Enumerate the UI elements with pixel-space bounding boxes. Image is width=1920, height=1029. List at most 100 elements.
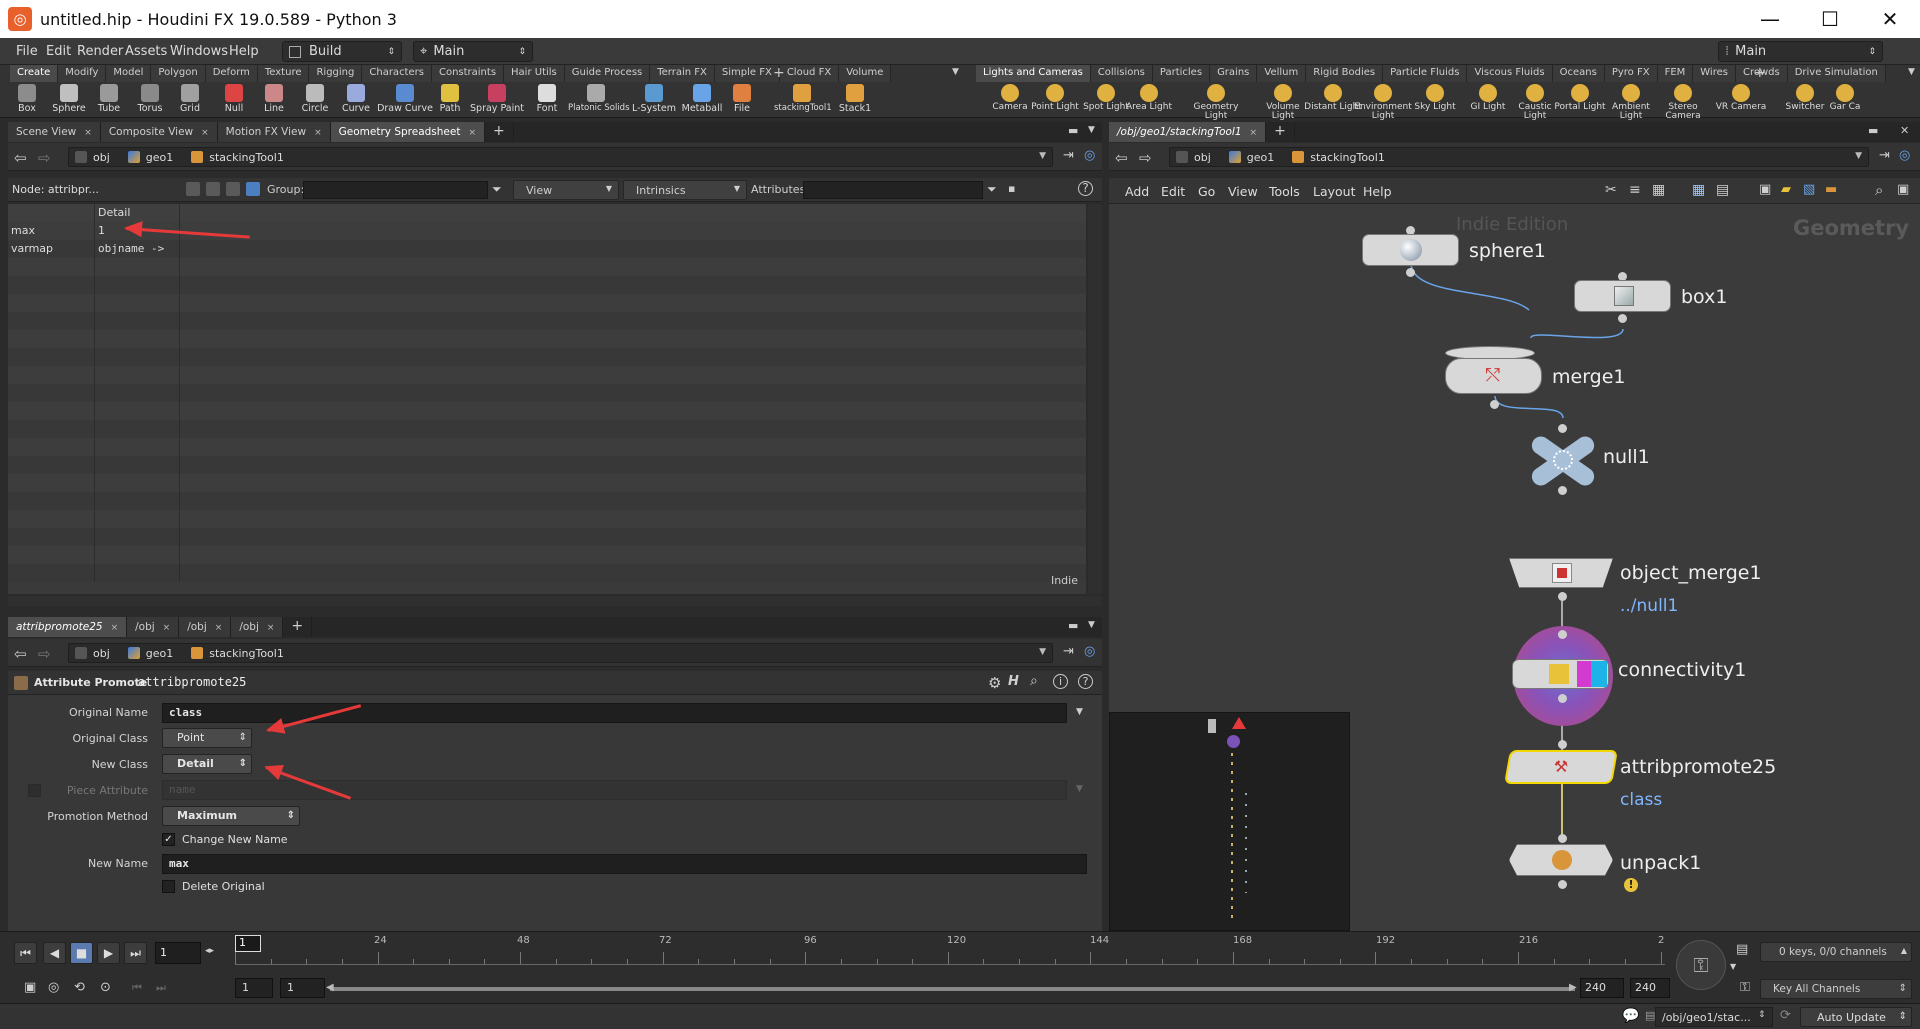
node-output-connector[interactable] xyxy=(1558,880,1567,889)
node-output-connector[interactable] xyxy=(1618,314,1627,323)
group-input[interactable] xyxy=(303,181,488,199)
close-icon[interactable]: × xyxy=(111,623,119,633)
close-icon[interactable]: × xyxy=(267,623,275,633)
close-icon[interactable]: × xyxy=(314,128,322,138)
realtime-icon[interactable]: ◎ xyxy=(48,980,59,995)
prev-key-icon[interactable]: ⏮ xyxy=(132,981,142,995)
audio-icon[interactable]: ▣ xyxy=(24,980,36,995)
shelf-tool-point-light[interactable]: Point Light xyxy=(1026,84,1084,118)
shelf-tab-create[interactable]: Create xyxy=(10,65,59,82)
auto-update-menu[interactable]: Auto Update ⇕ xyxy=(1800,1007,1912,1027)
node-name-field[interactable]: attribpromote25 xyxy=(138,675,246,689)
shelf-tool-platonic-solids[interactable]: Platonic Solids xyxy=(568,84,630,118)
delete-original-checkbox[interactable] xyxy=(162,880,175,893)
shelf-tool-area-light[interactable]: Area Light xyxy=(1120,84,1178,118)
network-overview-minimap[interactable] xyxy=(1109,712,1350,931)
step-arrows-icon[interactable]: ◂▸ xyxy=(205,946,214,956)
close-icon[interactable]: × xyxy=(163,623,171,633)
shelf-tab-fem[interactable]: FEM xyxy=(1657,65,1694,82)
tab-composite-view[interactable]: Composite View × xyxy=(100,122,218,142)
shelf-tab-grains[interactable]: Grains xyxy=(1210,65,1258,82)
range-start2-field[interactable]: 1 xyxy=(280,978,325,998)
node-null1[interactable] xyxy=(1527,432,1599,490)
node-output-connector[interactable] xyxy=(1558,592,1567,601)
crumb-obj[interactable]: obj xyxy=(1176,151,1211,164)
shelf-tab-vellum[interactable]: Vellum xyxy=(1257,65,1307,82)
shelf-tab-modify[interactable]: Modify xyxy=(58,65,107,82)
shelf-tool-stack1[interactable]: Stack1 xyxy=(827,84,883,118)
chevron-down-icon[interactable]: ▼ xyxy=(1039,647,1046,657)
chevron-down-icon[interactable]: ▼ xyxy=(1076,784,1083,794)
chevron-down-icon[interactable]: ▼ xyxy=(1088,125,1095,135)
promotion-method-menu[interactable]: Maximum ⇕ xyxy=(162,806,300,826)
range-end2-field[interactable]: 240 xyxy=(1630,978,1670,998)
node-input-connector[interactable] xyxy=(1558,424,1567,433)
crumb-geo1[interactable]: geo1 xyxy=(1228,151,1274,164)
add-tab-icon[interactable]: + xyxy=(1754,65,1766,81)
pin-icon[interactable]: ⇥ xyxy=(1063,148,1074,163)
points-icon[interactable] xyxy=(186,182,200,196)
tab-obj-3[interactable]: /obj × xyxy=(231,617,284,637)
clock-icon[interactable]: ⊙ xyxy=(100,980,111,995)
range-start-field[interactable]: 1 xyxy=(235,978,273,998)
shelf-tool-stereo-camera[interactable]: Stereo Camera xyxy=(1654,84,1712,121)
shelf-tab-guide-process[interactable]: Guide Process xyxy=(564,65,651,82)
shelf-tool-file[interactable]: File xyxy=(714,84,770,118)
pin-icon[interactable]: ⇥ xyxy=(1063,644,1074,659)
shelf-tab-deform[interactable]: Deform xyxy=(205,65,258,82)
chevron-down-icon[interactable]: ▼ xyxy=(1039,151,1046,161)
forward-arrow-icon[interactable]: ⇨ xyxy=(1139,149,1152,167)
node-merge1[interactable]: ⤲ xyxy=(1445,358,1542,394)
crumb-geo1[interactable]: geo1 xyxy=(127,151,173,164)
shelf-tool-font[interactable]: Font xyxy=(519,84,575,118)
add-tab-icon[interactable]: + xyxy=(1266,122,1295,142)
node-attribpromote25[interactable]: ⚒ xyxy=(1504,750,1618,784)
shelf-tab-particles[interactable]: Particles xyxy=(1152,65,1211,82)
shelf-tab-particle-fluids[interactable]: Particle Fluids xyxy=(1383,65,1468,82)
shelf-tool-spray-paint[interactable]: Spray Paint xyxy=(469,84,525,118)
node-input-connector[interactable] xyxy=(1558,630,1567,639)
horizontal-scrollbar[interactable] xyxy=(8,596,1102,606)
crumb-stackingtool1[interactable]: stackingTool1 xyxy=(191,151,284,164)
shelf-tab-texture[interactable]: Texture xyxy=(257,65,310,82)
primitives-icon[interactable] xyxy=(226,182,240,196)
change-new-name-checkbox[interactable]: ✓ xyxy=(162,833,175,846)
shelf-tab-lights-and-cameras[interactable]: Lights and Cameras xyxy=(976,65,1091,82)
add-tab-icon[interactable]: + xyxy=(773,65,785,81)
tab-obj-1[interactable]: /obj × xyxy=(127,617,180,637)
new-name-field[interactable]: max xyxy=(162,854,1087,874)
detail-icon[interactable] xyxy=(246,182,260,196)
shelf-tab-viscous-fluids[interactable]: Viscous Fluids xyxy=(1467,65,1553,82)
menu-assets[interactable]: Assets xyxy=(125,44,167,59)
jump-start-icon[interactable]: ⏮ xyxy=(14,942,37,964)
current-frame-field[interactable]: 1 xyxy=(155,942,201,964)
close-icon[interactable]: × xyxy=(84,128,92,138)
menu-help[interactable]: Help xyxy=(229,44,259,59)
key-all-channels-menu[interactable]: Key All Channels ⇕ xyxy=(1760,979,1912,999)
shelf-tab-rigging[interactable]: Rigging xyxy=(309,65,363,82)
node-output-connector[interactable] xyxy=(1406,268,1415,277)
forward-arrow-icon[interactable]: ⇨ xyxy=(38,645,51,663)
node-unpack1[interactable] xyxy=(1509,844,1613,876)
crumb-obj[interactable]: obj xyxy=(75,151,110,164)
timeline-ruler[interactable]: 1 24 48 72 96 120 144 168 192 216 2 xyxy=(235,935,1665,965)
shelf-tab-drive-simulation[interactable]: Drive Simulation xyxy=(1787,65,1886,82)
chevron-down-icon[interactable]: ▼ xyxy=(952,67,959,77)
new-class-menu[interactable]: Detail ⇕ xyxy=(162,754,252,774)
pane-layout-icon[interactable]: ▬ xyxy=(1868,124,1878,137)
shelf-tool-geometry-light[interactable]: Geometry Light xyxy=(1187,84,1245,121)
close-icon[interactable]: × xyxy=(201,128,209,138)
crumb-stackingtool1[interactable]: stackingTool1 xyxy=(1292,151,1385,164)
close-icon[interactable]: × xyxy=(215,623,223,633)
shelf-tool-environment-light[interactable]: Environment Light xyxy=(1354,84,1412,121)
updown-icon[interactable]: ⇕ xyxy=(1758,1010,1766,1020)
attributes-input[interactable] xyxy=(803,181,983,199)
shelf-tool-sky-light[interactable]: Sky Light xyxy=(1406,84,1464,118)
link-icon[interactable]: ◎ xyxy=(1084,644,1095,659)
tab-geometry-spreadsheet[interactable]: Geometry Spreadsheet × xyxy=(330,122,486,142)
shelf-tab-rigid-bodies[interactable]: Rigid Bodies xyxy=(1306,65,1384,82)
link-icon[interactable]: ◎ xyxy=(1899,148,1910,163)
shelf-tool-stackingtool1[interactable]: stackingTool1 xyxy=(774,84,832,118)
node-output-connector[interactable] xyxy=(1558,694,1567,703)
key-icon[interactable]: ⚿ xyxy=(1676,940,1726,990)
